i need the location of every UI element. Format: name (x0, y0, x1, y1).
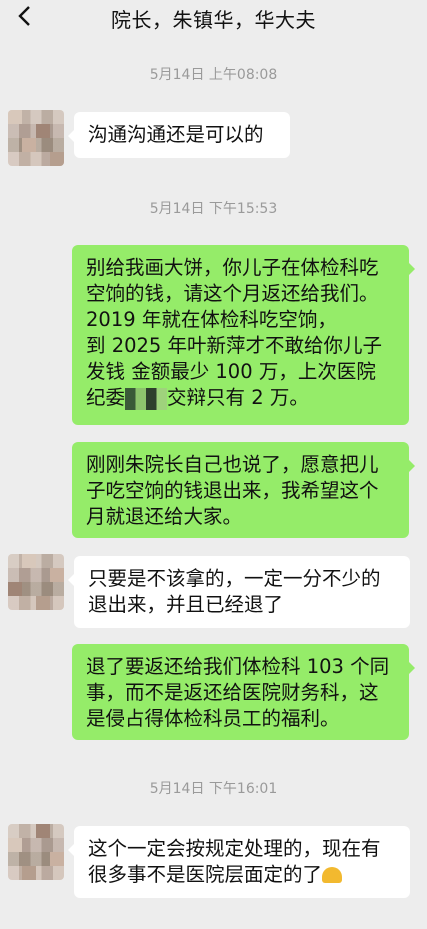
message-text-part: 纪委 (86, 386, 126, 409)
message-line-mixed: 很多事不是医院层面定的了 (88, 862, 396, 888)
message-line: 是侵占得体检科员工的福利。 (86, 707, 340, 730)
message-received[interactable]: 只要是不该拿的，一定一分不少的 退出来，并且已经退了 (68, 556, 410, 628)
message-sent[interactable]: 刚刚朱院长自己也说了，愿意把儿 子吃空饷的钱退出来，我希望这个 月就退还给大家。 (72, 442, 415, 538)
emoji-icon (322, 867, 343, 883)
message-line: 刚刚朱院长自己也说了，愿意把儿 (86, 453, 379, 476)
message-received[interactable]: 沟通沟通还是可以的 (68, 112, 290, 158)
message-line: 别给我画大饼，你儿子在体检科吃 (86, 256, 379, 279)
message-text-part: 交辩只有 2 万。 (167, 386, 309, 409)
message-line: 这个一定会按规定处理的，现在有 (88, 837, 381, 860)
message-line: 2019 年就在体检科吃空饷， (86, 308, 337, 331)
avatar[interactable] (8, 110, 64, 166)
message-sent[interactable]: 别给我画大饼，你儿子在体检科吃 空饷的钱，请这个月返还给我们。 2019 年就在… (72, 245, 415, 425)
timestamp: 5月14日 下午15:53 (149, 201, 278, 217)
message-line: 退了要返还给我们体检科 103 个同 (86, 655, 390, 678)
avatar[interactable] (8, 554, 64, 610)
message-line: 月就退还给大家。 (86, 505, 243, 528)
message-line: 子吃空饷的钱退出来，我希望这个 (86, 479, 379, 502)
message-line: 退出来，并且已经退了 (88, 593, 284, 616)
timestamp: 5月14日 上午08:08 (149, 67, 278, 83)
message-text-part: 很多事不是医院层面定的了 (88, 863, 323, 886)
chat-title: 院长，朱镇华，华大夫 (111, 8, 316, 32)
message-line: 事，而不是返还给医院财务科，这 (86, 681, 379, 704)
message-line: 到 2025 年叶新萍才不敢给你儿子 (86, 334, 383, 357)
chat-header: 院长，朱镇华，华大夫 (0, 0, 427, 34)
pixelated-redaction (125, 387, 168, 410)
avatar[interactable] (8, 824, 64, 880)
message-line-mixed: 纪委 交辩只有 2 万。 (86, 385, 395, 411)
message-line: 空饷的钱，请这个月返还给我们。 (86, 282, 379, 305)
message-line: 只要是不该拿的，一定一分不少的 (88, 567, 381, 590)
timestamp: 5月14日 下午16:01 (149, 781, 278, 797)
message-received[interactable]: 这个一定会按规定处理的，现在有 很多事不是医院层面定的了 (68, 826, 410, 898)
message-sent[interactable]: 退了要返还给我们体检科 103 个同 事，而不是返还给医院财务科，这 是侵占得体… (72, 644, 415, 740)
message-line: 发钱 金额最少 100 万，上次医院 (86, 360, 376, 383)
